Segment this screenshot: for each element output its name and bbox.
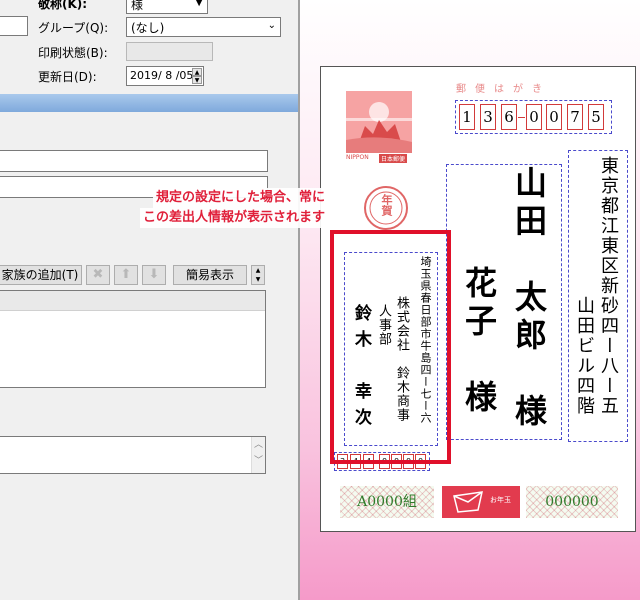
group-label: グループ(Q): (38, 21, 109, 35)
recipient-address-line1: 東京都江東区新砂四ー八ー五 (598, 156, 619, 416)
callout-note: 規定の設定にした場合、常に この差出人情報が表示されます (140, 188, 329, 228)
sender-highlight-frame (330, 230, 451, 464)
scroll-down-icon[interactable]: ▼ (252, 275, 264, 284)
postcard-header: 郵便はがき (456, 84, 551, 95)
memo-field[interactable]: ︿ ﹀ (0, 436, 266, 474)
chevron-down-icon[interactable]: ﹀ (252, 453, 265, 469)
otoshidama-badge: お年玉 (442, 486, 520, 518)
lottery-number-right: 000000 (526, 486, 618, 518)
group-value: (なし) (131, 21, 165, 35)
stamp-caption: NIPPON (346, 154, 369, 161)
honorific-label: 敬称(K): (38, 0, 88, 11)
spin-down-icon[interactable]: ▼ (192, 76, 202, 84)
spin-up-icon[interactable]: ▲ (192, 68, 202, 76)
postal-digit: 6 (501, 104, 517, 130)
arrow-down-icon[interactable]: ⬇ (142, 265, 166, 285)
postal-digit: 5 (588, 104, 604, 130)
recipient-name-primary: 山田 太郎 様 (510, 166, 548, 432)
recipient-name-secondary: 花子 様 (460, 266, 498, 418)
section-header-bar (0, 94, 298, 112)
updated-date-label: 更新日(D): (38, 70, 97, 84)
otoshidama-label: お年玉 (490, 496, 511, 504)
simple-view-button[interactable]: 簡易表示 (173, 265, 247, 285)
postage-stamp: NIPPON 日本郵便 (343, 88, 415, 166)
honorific-select[interactable]: 様 ▼ (126, 0, 208, 14)
family-list[interactable] (0, 290, 266, 388)
honorific-value: 様 (131, 0, 144, 12)
address-form-panel: 敬称(K): 様 ▼ グループ(Q): (なし) ⌄ 印刷状態(B): 更新日(… (0, 0, 298, 600)
family-list-header (0, 291, 265, 311)
chevron-up-icon[interactable]: ︿ (252, 437, 265, 453)
postal-digit: 1 (459, 104, 475, 130)
lottery-number-left: A0000組 (340, 486, 434, 518)
postal-digit: 3 (480, 104, 496, 130)
print-status-label: 印刷状態(B): (38, 46, 108, 60)
group-select[interactable]: (なし) ⌄ (126, 17, 281, 37)
postal-digit: 0 (526, 104, 542, 130)
lottery-right-text: 000000 (545, 494, 599, 510)
callout-line2: この差出人情報が表示されます (140, 208, 329, 228)
recipient-names: 山田 太郎 様 花子 様 (454, 166, 554, 436)
recipient-address-line2: 山田ビル四階 (574, 296, 595, 416)
stamp-right-caption: 日本郵便 (379, 154, 408, 163)
group-reading-field[interactable] (0, 16, 28, 36)
updated-date-picker[interactable]: 2019/ 8 /05 ▲ ▼ (126, 66, 204, 86)
add-family-button[interactable]: 家族の追加(T) (0, 265, 82, 285)
callout-line1: 規定の設定にした場合、常に (153, 188, 329, 208)
gift-envelope-icon (453, 491, 483, 513)
scroll-spinner[interactable]: ▲ ▼ (251, 265, 265, 285)
print-status-field (126, 42, 213, 61)
scroll-up-icon[interactable]: ▲ (252, 266, 264, 275)
new-year-mark: 年賀 (362, 184, 410, 232)
postal-digit: 0 (546, 104, 562, 130)
postal-hyphen (518, 117, 525, 118)
new-year-text: 年賀 (380, 194, 393, 216)
name-field[interactable] (0, 150, 268, 172)
recipient-address: 東京都江東区新砂四ー八ー五 山田ビル四階 (572, 156, 620, 438)
postal-digit: 7 (567, 104, 583, 130)
chevron-down-icon: ⌄ (267, 20, 276, 31)
delete-x-icon[interactable]: ✖ (86, 265, 110, 285)
chevron-down-icon: ▼ (195, 0, 203, 8)
memo-scrollbar[interactable]: ︿ ﹀ (251, 437, 265, 473)
updated-date-value: 2019/ 8 /05 (130, 69, 194, 82)
lottery-left-text: A0000組 (357, 494, 417, 510)
arrow-up-icon[interactable]: ⬆ (114, 265, 138, 285)
